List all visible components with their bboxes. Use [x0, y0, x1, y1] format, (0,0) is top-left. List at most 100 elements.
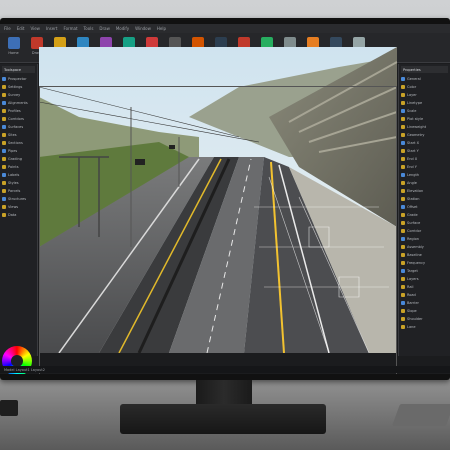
- menu-item-view[interactable]: View: [30, 26, 40, 31]
- toolspace-item-label: Surfaces: [8, 124, 24, 129]
- property-icon: [401, 100, 405, 105]
- property-row[interactable]: Geometry: [401, 131, 448, 138]
- property-icon: [401, 252, 405, 257]
- property-row[interactable]: Surface: [401, 219, 448, 226]
- toolspace-item-label: Corridors: [8, 116, 24, 121]
- property-row[interactable]: Road: [401, 291, 448, 298]
- property-icon: [401, 76, 405, 81]
- property-row[interactable]: Region: [401, 235, 448, 242]
- property-row[interactable]: Offset: [401, 203, 448, 210]
- property-row[interactable]: Plot style: [401, 115, 448, 122]
- property-icon: [401, 188, 405, 193]
- menu-item-modify[interactable]: Modify: [116, 26, 129, 31]
- folder-icon: [2, 188, 6, 193]
- toolspace-item[interactable]: Alignments: [2, 99, 35, 106]
- toolspace-item[interactable]: Prospector: [2, 75, 35, 82]
- property-icon: [401, 124, 405, 129]
- model-viewport[interactable]: [39, 47, 397, 353]
- property-icon: [401, 276, 405, 281]
- desk-object: [391, 404, 450, 426]
- toolspace-item-label: Profiles: [8, 108, 21, 113]
- menu-item-edit[interactable]: Edit: [17, 26, 25, 31]
- property-icon: [401, 132, 405, 137]
- property-row[interactable]: Start X: [401, 139, 448, 146]
- property-label: Elevation: [407, 188, 424, 193]
- property-row[interactable]: Scale: [401, 107, 448, 114]
- toolspace-item[interactable]: Data: [2, 211, 35, 218]
- menu-item-format[interactable]: Format: [63, 26, 77, 31]
- toolspace-item[interactable]: Pipes: [2, 147, 35, 154]
- property-row[interactable]: End X: [401, 155, 448, 162]
- property-label: Offset: [407, 204, 418, 209]
- property-row[interactable]: Layer: [401, 91, 448, 98]
- monitor-bezel: File Edit View Insert Format Tools Draw Modify W…: [0, 18, 450, 380]
- toolspace-item-label: Structures: [8, 196, 27, 201]
- property-row[interactable]: Shoulder: [401, 315, 448, 322]
- toolspace-item-label: Pipes: [8, 148, 18, 153]
- property-row[interactable]: Color: [401, 83, 448, 90]
- property-label: Region: [407, 236, 419, 241]
- toolspace-item[interactable]: Sites: [2, 131, 35, 138]
- toolspace-item[interactable]: Structures: [2, 195, 35, 202]
- property-row[interactable]: General: [401, 75, 448, 82]
- property-label: Start Y: [407, 148, 419, 153]
- property-row[interactable]: End Y: [401, 163, 448, 170]
- property-row[interactable]: Angle: [401, 179, 448, 186]
- toolspace-item[interactable]: Views: [2, 203, 35, 210]
- property-icon: [401, 308, 405, 313]
- property-row[interactable]: Rail: [401, 283, 448, 290]
- property-icon: [401, 148, 405, 153]
- toolspace-item-label: Sites: [8, 132, 17, 137]
- property-label: End X: [407, 156, 418, 161]
- toolspace-item[interactable]: Styles: [2, 179, 35, 186]
- property-row[interactable]: Frequency: [401, 259, 448, 266]
- property-label: Lane: [407, 324, 416, 329]
- menu-item-file[interactable]: File: [4, 26, 11, 31]
- property-icon: [401, 204, 405, 209]
- property-row[interactable]: Corridor: [401, 227, 448, 234]
- property-row[interactable]: Linetype: [401, 99, 448, 106]
- menu-item-window[interactable]: Window: [135, 26, 151, 31]
- property-row[interactable]: Grade: [401, 211, 448, 218]
- property-row[interactable]: Elevation: [401, 187, 448, 194]
- property-row[interactable]: Layers: [401, 275, 448, 282]
- toolspace-item-label: Parcels: [8, 188, 21, 193]
- folder-icon: [2, 92, 6, 97]
- property-row[interactable]: Start Y: [401, 147, 448, 154]
- menu-item-draw[interactable]: Draw: [99, 26, 109, 31]
- property-row[interactable]: Baseline: [401, 251, 448, 258]
- property-row[interactable]: Length: [401, 171, 448, 178]
- toolspace-item[interactable]: Grading: [2, 155, 35, 162]
- property-icon: [401, 268, 405, 273]
- property-row[interactable]: Barrier: [401, 299, 448, 306]
- home-icon: [7, 37, 20, 49]
- property-row[interactable]: Lineweight: [401, 123, 448, 130]
- property-row[interactable]: Assembly: [401, 243, 448, 250]
- toolspace-item[interactable]: Sections: [2, 139, 35, 146]
- folder-icon: [2, 164, 6, 169]
- properties-heading: Properties: [401, 66, 448, 73]
- property-row[interactable]: Lane: [401, 323, 448, 330]
- toolspace-item[interactable]: Corridors: [2, 115, 35, 122]
- property-icon: [401, 324, 405, 329]
- property-icon: [401, 92, 405, 97]
- property-label: Assembly: [407, 244, 424, 249]
- toolspace-item[interactable]: Points: [2, 163, 35, 170]
- toolspace-item[interactable]: Survey: [2, 91, 35, 98]
- toolspace-item[interactable]: Labels: [2, 171, 35, 178]
- property-row[interactable]: Station: [401, 195, 448, 202]
- property-label: Layer: [407, 92, 417, 97]
- property-label: Linetype: [407, 100, 423, 105]
- property-row[interactable]: Slope: [401, 307, 448, 314]
- toolspace-item[interactable]: Settings: [2, 83, 35, 90]
- toolspace-item[interactable]: Parcels: [2, 187, 35, 194]
- property-label: End Y: [407, 164, 417, 169]
- menu-item-tools[interactable]: Tools: [84, 26, 94, 31]
- tool-home[interactable]: Home: [4, 35, 23, 59]
- toolspace-item[interactable]: Surfaces: [2, 123, 35, 130]
- toolspace-item[interactable]: Profiles: [2, 107, 35, 114]
- property-label: Shoulder: [407, 316, 423, 321]
- property-row[interactable]: Target: [401, 267, 448, 274]
- menu-item-help[interactable]: Help: [157, 26, 166, 31]
- menu-item-insert[interactable]: Insert: [46, 26, 57, 31]
